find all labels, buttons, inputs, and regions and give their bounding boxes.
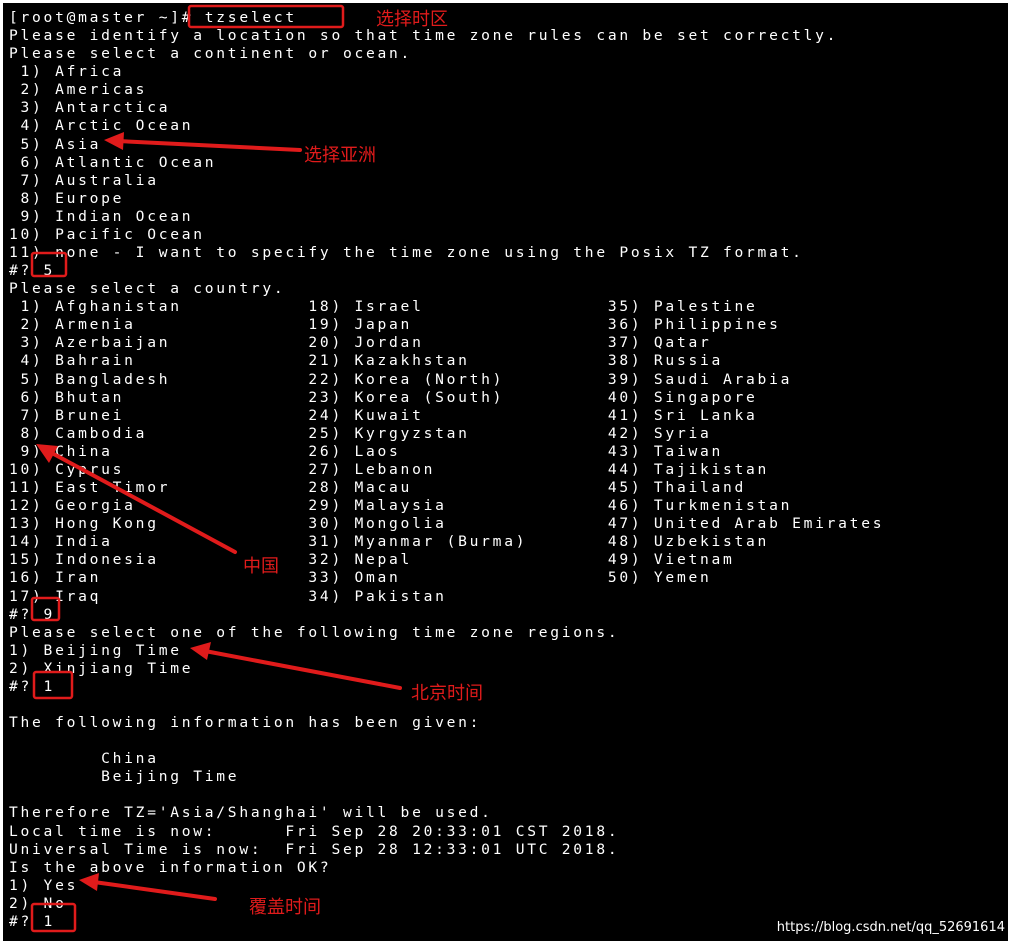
terminal-line: 1) Yes bbox=[9, 876, 79, 894]
terminal-line: 7) Brunei 24) Kuwait 41) Sri Lanka bbox=[9, 406, 758, 424]
label-select-timezone: 选择时区 bbox=[376, 9, 448, 30]
terminal-line: #? 5 bbox=[9, 262, 56, 280]
label-select-asia: 选择亚洲 bbox=[304, 145, 376, 166]
terminal-line: Local time is now: Fri Sep 28 20:33:01 C… bbox=[9, 822, 620, 840]
label-beijing-time: 北京时间 bbox=[411, 683, 483, 704]
terminal-line: 5) Bangladesh 22) Korea (North) 39) Saud… bbox=[9, 370, 793, 388]
terminal-line: 4) Arctic Ocean bbox=[9, 117, 194, 135]
terminal-line: Therefore TZ='Asia/Shanghai' will be use… bbox=[9, 804, 493, 822]
terminal-line: 8) Cambodia 25) Kyrgyzstan 42) Syria bbox=[9, 424, 712, 442]
terminal-line: 14) India 31) Myanmar (Burma) 48) Uzbeki… bbox=[9, 533, 770, 551]
terminal-line: 2) No bbox=[9, 894, 67, 912]
terminal-output: [root@master ~]# tzselect Please identify… bbox=[9, 9, 884, 931]
terminal-line: 8) Europe bbox=[9, 189, 125, 207]
terminal-line: 9) China 26) Laos 43) Taiwan bbox=[9, 442, 724, 460]
terminal-line: 9) Indian Ocean bbox=[9, 207, 194, 225]
terminal-line: 4) Bahrain 21) Kazakhstan 38) Russia bbox=[9, 352, 724, 370]
terminal-line: China bbox=[9, 750, 159, 768]
terminal-line: Universal Time is now: Fri Sep 28 12:33:… bbox=[9, 840, 620, 858]
terminal-line: 2) Americas bbox=[9, 81, 148, 99]
terminal-line: 6) Bhutan 23) Korea (South) 40) Singapor… bbox=[9, 388, 758, 406]
terminal-line: 11) none - I want to specify the time zo… bbox=[9, 244, 804, 262]
terminal-line: 12) Georgia 29) Malaysia 46) Turkmenista… bbox=[9, 497, 793, 515]
label-overwrite-time: 覆盖时间 bbox=[249, 897, 321, 918]
terminal-line: 7) Australia bbox=[9, 171, 159, 189]
terminal-line: 3) Antarctica bbox=[9, 99, 171, 117]
terminal-line: Is the above information OK? bbox=[9, 858, 332, 876]
label-china: 中国 bbox=[243, 556, 279, 577]
terminal-line: 10) Cyprus 27) Lebanon 44) Tajikistan bbox=[9, 460, 770, 478]
terminal-window[interactable]: [root@master ~]# tzselect Please identify… bbox=[3, 3, 1008, 941]
terminal-line: Beijing Time bbox=[9, 768, 240, 786]
terminal-line: #? 1 bbox=[9, 912, 56, 930]
terminal-line: Please select a country. bbox=[9, 280, 286, 298]
terminal-line: #? 9 bbox=[9, 605, 56, 623]
terminal-line: 1) Afghanistan 18) Israel 35) Palestine bbox=[9, 298, 758, 316]
watermark: https://blog.csdn.net/qq_52691614 bbox=[776, 920, 1005, 935]
screenshot: [root@master ~]# tzselect Please identify… bbox=[0, 0, 1013, 945]
terminal-line: 2) Xinjiang Time bbox=[9, 659, 194, 677]
terminal-line: 1) Africa bbox=[9, 63, 125, 81]
terminal-line: 1) Beijing Time bbox=[9, 641, 182, 659]
terminal-line: 13) Hong Kong 30) Mongolia 47) United Ar… bbox=[9, 515, 885, 533]
terminal-line: 11) East Timor 28) Macau 45) Thailand bbox=[9, 479, 747, 497]
terminal-line: 5) Asia bbox=[9, 135, 102, 153]
terminal-line: 2) Armenia 19) Japan 36) Philippines bbox=[9, 316, 781, 334]
terminal-line: 6) Atlantic Ocean bbox=[9, 153, 217, 171]
terminal-line: 16) Iran 33) Oman 50) Yemen bbox=[9, 569, 712, 587]
terminal-line: The following information has been given… bbox=[9, 714, 482, 732]
terminal-line: 15) Indonesia 32) Nepal 49) Vietnam bbox=[9, 551, 735, 569]
terminal-line: Please select one of the following time … bbox=[9, 623, 620, 641]
terminal-line: Please select a continent or ocean. bbox=[9, 45, 413, 63]
terminal-line: 17) Iraq 34) Pakistan bbox=[9, 587, 447, 605]
terminal-line: 3) Azerbaijan 20) Jordan 37) Qatar bbox=[9, 334, 712, 352]
terminal-line: 10) Pacific Ocean bbox=[9, 225, 205, 243]
